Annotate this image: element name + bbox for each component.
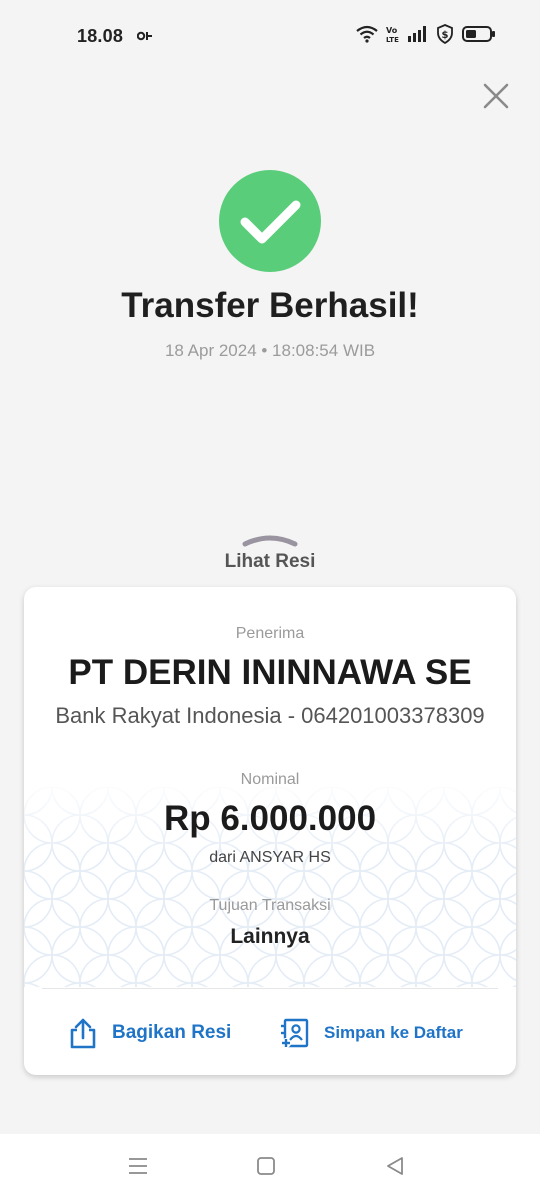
share-icon bbox=[70, 1018, 96, 1049]
wifi-icon bbox=[356, 25, 378, 43]
volte-icon: Vo LTE bbox=[386, 26, 399, 43]
checkmark-icon bbox=[240, 200, 301, 244]
success-badge bbox=[219, 170, 321, 272]
back-icon[interactable] bbox=[385, 1156, 405, 1176]
battery-icon bbox=[462, 26, 495, 42]
view-receipt-toggle[interactable]: Lihat Resi bbox=[0, 551, 540, 573]
transaction-datetime: 18 Apr 2024 • 18:08:54 WIB bbox=[164, 341, 376, 360]
svg-text:Vo: Vo bbox=[386, 26, 398, 35]
contact-add-icon bbox=[281, 1018, 309, 1048]
shield-icon: $ bbox=[437, 24, 453, 44]
notification-icon bbox=[137, 31, 152, 41]
svg-text:$: $ bbox=[442, 30, 449, 41]
status-bar: 18.08 Vo LTE $ bbox=[0, 0, 540, 72]
transfer-amount: Rp 6.000.000 bbox=[163, 799, 377, 838]
chevron-up-icon[interactable] bbox=[0, 530, 540, 550]
recipient-label: Penerima bbox=[235, 625, 305, 642]
system-navigation-bar bbox=[0, 1134, 540, 1200]
menu-icon[interactable] bbox=[127, 1156, 149, 1176]
divider bbox=[42, 988, 498, 989]
sender-name: dari ANSYAR HS bbox=[209, 849, 331, 866]
status-time: 18.08 bbox=[77, 26, 124, 46]
share-receipt-button[interactable]: Bagikan Resi bbox=[68, 1015, 231, 1051]
save-to-list-label: Simpan ke Daftar bbox=[324, 1023, 463, 1042]
receipt-card: Penerima PT DERIN ININNAWA SE Bank Rakya… bbox=[24, 587, 516, 1075]
close-icon[interactable] bbox=[482, 82, 510, 110]
svg-text:LTE: LTE bbox=[386, 36, 399, 43]
home-icon[interactable] bbox=[256, 1156, 276, 1176]
transaction-purpose: Lainnya bbox=[230, 925, 310, 948]
page-title: Transfer Berhasil! bbox=[121, 286, 419, 325]
save-to-list-button[interactable]: Simpan ke Daftar bbox=[278, 1015, 463, 1051]
amount-label: Nominal bbox=[240, 771, 300, 788]
recipient-name: PT DERIN ININNAWA SE bbox=[68, 653, 472, 692]
signal-icon bbox=[408, 26, 426, 42]
share-receipt-label: Bagikan Resi bbox=[112, 1022, 232, 1043]
purpose-label: Tujuan Transaksi bbox=[209, 897, 331, 914]
recipient-bank-account: Bank Rakyat Indonesia - 064201003378309 bbox=[55, 703, 485, 728]
